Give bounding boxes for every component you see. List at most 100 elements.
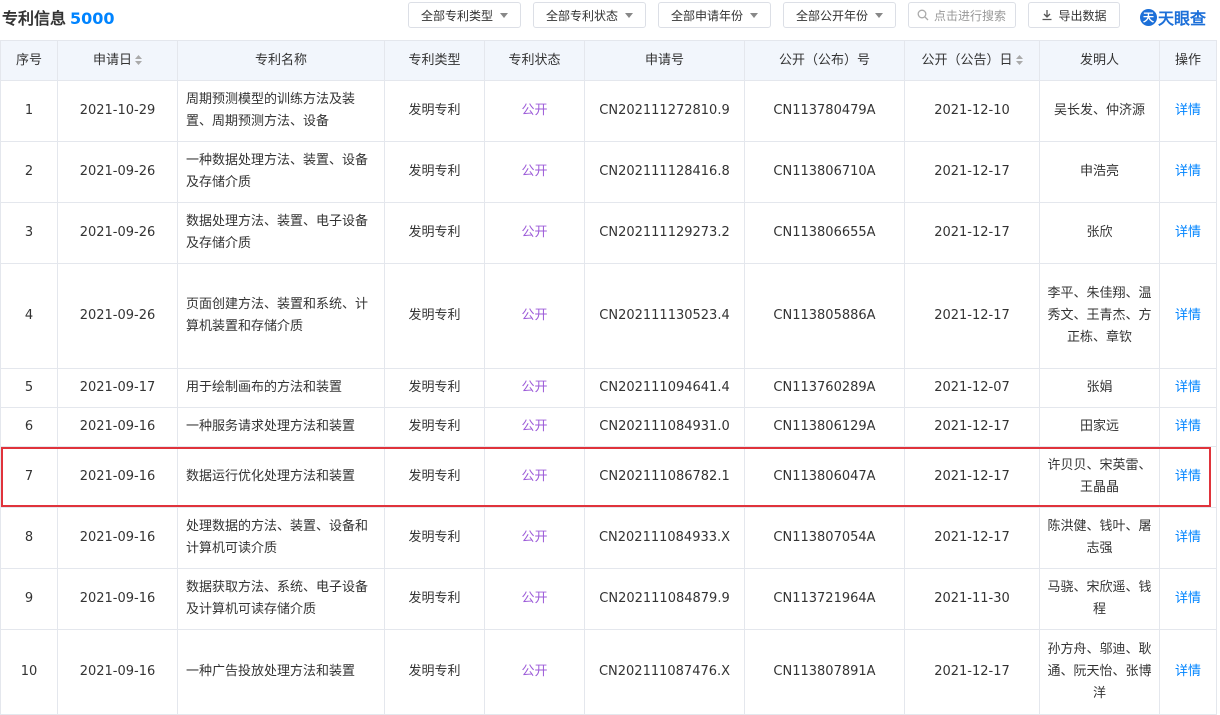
cell-status: 公开 [484, 368, 585, 408]
details-link[interactable]: 详情 [1159, 80, 1217, 142]
table-row: 3 2021-09-26 数据处理方法、装置、电子设备及存储介质 发明专利 公开… [0, 202, 1217, 264]
details-link[interactable]: 详情 [1159, 368, 1217, 408]
cell-inventors: 孙方舟、邬迪、耿通、阮天怡、张博洋 [1039, 629, 1160, 715]
cell-pub-date: 2021-12-10 [904, 80, 1040, 142]
sort-icon[interactable] [1015, 55, 1023, 65]
cell-type: 发明专利 [384, 141, 485, 203]
patent-status-filter[interactable]: 全部专利状态 [533, 2, 646, 28]
cell-app-no: CN202111084931.0 [584, 407, 745, 447]
logo-text: 天眼查 [1158, 9, 1207, 28]
cell-pub-no: CN113807054A [744, 507, 905, 569]
sort-icon[interactable] [135, 55, 142, 65]
cell-apply-date: 2021-09-16 [57, 446, 178, 508]
cell-pub-no: CN113807891A [744, 629, 905, 715]
cell-name: 用于绘制画布的方法和装置 [177, 368, 385, 408]
publish-year-filter-label: 全部公开年份 [795, 8, 868, 23]
cell-inventors: 陈洪健、钱叶、屠志强 [1039, 507, 1160, 569]
cell-app-no: CN202111130523.4 [584, 263, 745, 369]
cell-pub-no: CN113806710A [744, 141, 905, 203]
chevron-down-icon [875, 12, 883, 18]
cell-status: 公开 [484, 568, 585, 630]
page-title-text: 专利信息 [2, 9, 67, 28]
table-row: 1 2021-10-29 周期预测模型的训练方法及装置、周期预测方法、设备 发明… [0, 80, 1217, 142]
cell-name: 数据处理方法、装置、电子设备及存储介质 [177, 202, 385, 264]
cell-name: 一种广告投放处理方法和装置 [177, 629, 385, 715]
col-header-pub-date[interactable]: 公开（公告）日 [904, 40, 1040, 81]
cell-apply-date: 2021-09-26 [57, 202, 178, 264]
cell-no: 7 [0, 446, 58, 508]
cell-apply-date: 2021-10-29 [57, 80, 178, 142]
cell-name: 一种服务请求处理方法和装置 [177, 407, 385, 447]
cell-pub-date: 2021-12-17 [904, 141, 1040, 203]
publish-year-filter[interactable]: 全部公开年份 [783, 2, 896, 28]
cell-app-no: CN202111084879.9 [584, 568, 745, 630]
chevron-down-icon [750, 12, 758, 18]
cell-no: 6 [0, 407, 58, 447]
cell-pub-no: CN113780479A [744, 80, 905, 142]
cell-pub-date: 2021-12-17 [904, 629, 1040, 715]
details-link[interactable]: 详情 [1159, 141, 1217, 203]
cell-inventors: 田家远 [1039, 407, 1160, 447]
col-header-pub-no: 公开（公布）号 [744, 40, 905, 81]
details-link[interactable]: 详情 [1159, 407, 1217, 447]
cell-type: 发明专利 [384, 407, 485, 447]
cell-apply-date: 2021-09-16 [57, 407, 178, 447]
cell-apply-date: 2021-09-17 [57, 368, 178, 408]
cell-name: 数据运行优化处理方法和装置 [177, 446, 385, 508]
cell-inventors: 吴长发、仲济源 [1039, 80, 1160, 142]
table-row: 7 2021-09-16 数据运行优化处理方法和装置 发明专利 公开 CN202… [0, 446, 1217, 508]
table-header-row: 序号 申请日 专利名称 专利类型 专利状态 申请号 公开（公布）号 公开（公告）… [0, 40, 1217, 81]
cell-name: 数据获取方法、系统、电子设备及计算机可读存储介质 [177, 568, 385, 630]
col-header-apply-date[interactable]: 申请日 [57, 40, 178, 81]
details-link[interactable]: 详情 [1159, 507, 1217, 569]
cell-apply-date: 2021-09-16 [57, 568, 178, 630]
details-link[interactable]: 详情 [1159, 568, 1217, 630]
cell-apply-date: 2021-09-26 [57, 263, 178, 369]
details-link[interactable]: 详情 [1159, 202, 1217, 264]
details-link[interactable]: 详情 [1159, 446, 1217, 508]
table-row: 6 2021-09-16 一种服务请求处理方法和装置 发明专利 公开 CN202… [0, 407, 1217, 447]
cell-name: 页面创建方法、装置和系统、计算机装置和存储介质 [177, 263, 385, 369]
table-row: 9 2021-09-16 数据获取方法、系统、电子设备及计算机可读存储介质 发明… [0, 568, 1217, 630]
cell-type: 发明专利 [384, 568, 485, 630]
cell-no: 5 [0, 368, 58, 408]
cell-type: 发明专利 [384, 202, 485, 264]
details-link[interactable]: 详情 [1159, 629, 1217, 715]
patent-table: 序号 申请日 专利名称 专利类型 专利状态 申请号 公开（公布）号 公开（公告）… [0, 40, 1217, 715]
cell-inventors: 张欣 [1039, 202, 1160, 264]
cell-apply-date: 2021-09-26 [57, 141, 178, 203]
cell-no: 1 [0, 80, 58, 142]
cell-pub-date: 2021-12-17 [904, 507, 1040, 569]
search-input[interactable]: 点击进行搜索 [908, 2, 1016, 28]
export-button[interactable]: 导出数据 [1028, 2, 1120, 28]
col-header-type: 专利类型 [384, 40, 485, 81]
download-icon [1042, 10, 1052, 21]
page-title: 专利信息 5000 [2, 5, 115, 29]
table-row: 2 2021-09-26 一种数据处理方法、装置、设备及存储介质 发明专利 公开… [0, 141, 1217, 203]
cell-no: 8 [0, 507, 58, 569]
col-header-app-no: 申请号 [584, 40, 745, 81]
cell-no: 2 [0, 141, 58, 203]
apply-year-filter[interactable]: 全部申请年份 [658, 2, 771, 28]
chevron-down-icon [500, 12, 508, 18]
details-link[interactable]: 详情 [1159, 263, 1217, 369]
cell-pub-date: 2021-12-07 [904, 368, 1040, 408]
cell-type: 发明专利 [384, 446, 485, 508]
cell-no: 9 [0, 568, 58, 630]
patent-status-filter-label: 全部专利状态 [545, 8, 618, 23]
apply-year-filter-label: 全部申请年份 [670, 8, 743, 23]
cell-type: 发明专利 [384, 80, 485, 142]
cell-name: 处理数据的方法、装置、设备和计算机可读介质 [177, 507, 385, 569]
table-row: 10 2021-09-16 一种广告投放处理方法和装置 发明专利 公开 CN20… [0, 629, 1217, 715]
col-header-status: 专利状态 [484, 40, 585, 81]
cell-pub-no: CN113805886A [744, 263, 905, 369]
toolbar: 专利信息 5000 全部专利类型 全部专利状态 全部申请年份 全部公开年份 点击进… [0, 0, 1220, 34]
cell-pub-date: 2021-12-17 [904, 263, 1040, 369]
cell-no: 10 [0, 629, 58, 715]
patent-type-filter[interactable]: 全部专利类型 [408, 2, 521, 28]
cell-app-no: CN202111094641.4 [584, 368, 745, 408]
col-header-action: 操作 [1159, 40, 1217, 81]
cell-type: 发明专利 [384, 629, 485, 715]
cell-name: 一种数据处理方法、装置、设备及存储介质 [177, 141, 385, 203]
cell-status: 公开 [484, 80, 585, 142]
